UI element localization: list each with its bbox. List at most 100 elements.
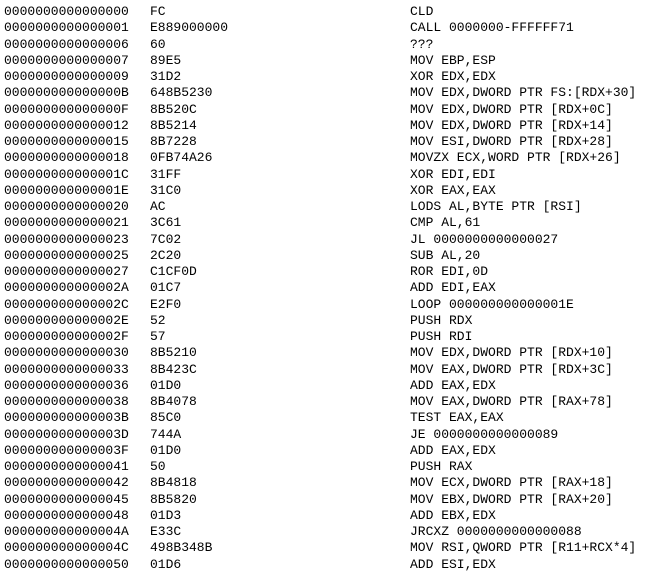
hex-cell: 01D6 [150, 557, 410, 573]
hex-cell: 52 [150, 313, 410, 329]
address-cell: 000000000000000F [4, 102, 150, 118]
address-cell: 0000000000000021 [4, 215, 150, 231]
hex-cell: 8B520C [150, 102, 410, 118]
asm-cell: JE 0000000000000089 [410, 427, 558, 443]
asm-cell: MOV EDX,DWORD PTR [RDX+0C] [410, 102, 613, 118]
disassembly-row[interactable]: 000000000000001E31C0XOR EAX,EAX [4, 183, 657, 199]
disassembly-row[interactable]: 00000000000000128B5214MOV EDX,DWORD PTR … [4, 118, 657, 134]
asm-cell: PUSH RDX [410, 313, 472, 329]
address-cell: 000000000000002F [4, 329, 150, 345]
disassembly-row[interactable]: 00000000000000237C02JL 0000000000000027 [4, 232, 657, 248]
address-cell: 0000000000000048 [4, 508, 150, 524]
disassembly-row[interactable]: 000000000000001C31FFXOR EDI,EDI [4, 167, 657, 183]
address-cell: 0000000000000041 [4, 459, 150, 475]
disassembly-row[interactable]: 000000000000002E52PUSH RDX [4, 313, 657, 329]
disassembly-row[interactable]: 000000000000000B648B5230MOV EDX,DWORD PT… [4, 85, 657, 101]
address-cell: 000000000000000B [4, 85, 150, 101]
asm-cell: SUB AL,20 [410, 248, 480, 264]
hex-cell: 01C7 [150, 280, 410, 296]
asm-cell: TEST EAX,EAX [410, 410, 504, 426]
asm-cell: MOV EBP,ESP [410, 53, 496, 69]
asm-cell: XOR EDX,EDX [410, 69, 496, 85]
address-cell: 0000000000000030 [4, 345, 150, 361]
asm-cell: ROR EDI,0D [410, 264, 488, 280]
hex-cell: 744A [150, 427, 410, 443]
asm-cell: MOV EBX,DWORD PTR [RAX+20] [410, 492, 613, 508]
hex-cell: AC [150, 199, 410, 215]
disassembly-row[interactable]: 00000000000000428B4818MOV ECX,DWORD PTR … [4, 475, 657, 491]
address-cell: 0000000000000007 [4, 53, 150, 69]
disassembly-row[interactable]: 0000000000000000FCCLD [4, 4, 657, 20]
hex-cell: 498B348B [150, 540, 410, 556]
hex-cell: 85C0 [150, 410, 410, 426]
hex-cell: 8B4818 [150, 475, 410, 491]
disassembly-row[interactable]: 000000000000003601D0ADD EAX,EDX [4, 378, 657, 394]
disassembly-row[interactable]: 000000000000004C498B348BMOV RSI,QWORD PT… [4, 540, 657, 556]
address-cell: 0000000000000045 [4, 492, 150, 508]
address-cell: 0000000000000033 [4, 362, 150, 378]
asm-cell: MOVZX ECX,WORD PTR [RDX+26] [410, 150, 621, 166]
asm-cell: MOV EDX,DWORD PTR [RDX+14] [410, 118, 613, 134]
disassembly-row[interactable]: 00000000000000338B423CMOV EAX,DWORD PTR … [4, 362, 657, 378]
asm-cell: ADD EBX,EDX [410, 508, 496, 524]
disassembly-row[interactable]: 000000000000000931D2XOR EDX,EDX [4, 69, 657, 85]
disassembly-row[interactable]: 000000000000002F57PUSH RDI [4, 329, 657, 345]
asm-cell: XOR EAX,EAX [410, 183, 496, 199]
disassembly-row[interactable]: 000000000000002CE2F0LOOP 000000000000001… [4, 297, 657, 313]
asm-cell: ADD EAX,EDX [410, 443, 496, 459]
disassembly-row[interactable]: 000000000000000660??? [4, 37, 657, 53]
hex-cell: C1CF0D [150, 264, 410, 280]
hex-cell: E33C [150, 524, 410, 540]
hex-cell: FC [150, 4, 410, 20]
disassembly-row[interactable]: 000000000000003D744AJE 0000000000000089 [4, 427, 657, 443]
address-cell: 000000000000004A [4, 524, 150, 540]
asm-cell: ??? [410, 37, 433, 53]
hex-cell: 31C0 [150, 183, 410, 199]
address-cell: 000000000000003B [4, 410, 150, 426]
asm-cell: ADD EAX,EDX [410, 378, 496, 394]
disassembly-row[interactable]: 00000000000000252C20SUB AL,20 [4, 248, 657, 264]
hex-cell: 50 [150, 459, 410, 475]
hex-cell: 8B5210 [150, 345, 410, 361]
disassembly-row[interactable]: 000000000000000789E5MOV EBP,ESP [4, 53, 657, 69]
address-cell: 0000000000000020 [4, 199, 150, 215]
hex-cell: 8B423C [150, 362, 410, 378]
hex-cell: 01D0 [150, 378, 410, 394]
hex-cell: 8B5820 [150, 492, 410, 508]
disassembly-row[interactable]: 00000000000000458B5820MOV EBX,DWORD PTR … [4, 492, 657, 508]
disassembly-row[interactable]: 000000000000004AE33CJRCXZ 00000000000000… [4, 524, 657, 540]
address-cell: 0000000000000023 [4, 232, 150, 248]
disassembly-row[interactable]: 000000000000003B85C0TEST EAX,EAX [4, 410, 657, 426]
disassembly-row[interactable]: 0000000000000027C1CF0DROR EDI,0D [4, 264, 657, 280]
disassembly-row[interactable]: 00000000000000308B5210MOV EDX,DWORD PTR … [4, 345, 657, 361]
disassembly-row[interactable]: 000000000000004150PUSH RAX [4, 459, 657, 475]
asm-cell: CLD [410, 4, 433, 20]
address-cell: 000000000000002E [4, 313, 150, 329]
hex-cell: 60 [150, 37, 410, 53]
address-cell: 0000000000000050 [4, 557, 150, 573]
disassembly-row[interactable]: 00000000000000158B7228MOV ESI,DWORD PTR … [4, 134, 657, 150]
address-cell: 0000000000000018 [4, 150, 150, 166]
disassembly-row[interactable]: 00000000000000213C61CMP AL,61 [4, 215, 657, 231]
disassembly-row[interactable]: 0000000000000001E889000000CALL 0000000-F… [4, 20, 657, 36]
disassembly-row[interactable]: 000000000000002A01C7ADD EDI,EAX [4, 280, 657, 296]
asm-cell: MOV EDX,DWORD PTR FS:[RDX+30] [410, 85, 636, 101]
asm-cell: MOV EAX,DWORD PTR [RAX+78] [410, 394, 613, 410]
address-cell: 000000000000002C [4, 297, 150, 313]
disassembly-row[interactable]: 000000000000005001D6ADD ESI,EDX [4, 557, 657, 573]
disassembly-row[interactable]: 000000000000003F01D0ADD EAX,EDX [4, 443, 657, 459]
address-cell: 000000000000002A [4, 280, 150, 296]
disassembly-row[interactable]: 0000000000000020ACLODS AL,BYTE PTR [RSI] [4, 199, 657, 215]
asm-cell: LOOP 000000000000001E [410, 297, 574, 313]
disassembly-listing: 0000000000000000FCCLD0000000000000001E88… [4, 4, 657, 573]
disassembly-row[interactable]: 00000000000000388B4078MOV EAX,DWORD PTR … [4, 394, 657, 410]
hex-cell: 648B5230 [150, 85, 410, 101]
disassembly-row[interactable]: 000000000000000F8B520CMOV EDX,DWORD PTR … [4, 102, 657, 118]
disassembly-row[interactable]: 00000000000000180FB74A26MOVZX ECX,WORD P… [4, 150, 657, 166]
address-cell: 000000000000003F [4, 443, 150, 459]
hex-cell: 57 [150, 329, 410, 345]
address-cell: 000000000000001C [4, 167, 150, 183]
asm-cell: MOV ECX,DWORD PTR [RAX+18] [410, 475, 613, 491]
asm-cell: MOV EDX,DWORD PTR [RDX+10] [410, 345, 613, 361]
disassembly-row[interactable]: 000000000000004801D3ADD EBX,EDX [4, 508, 657, 524]
